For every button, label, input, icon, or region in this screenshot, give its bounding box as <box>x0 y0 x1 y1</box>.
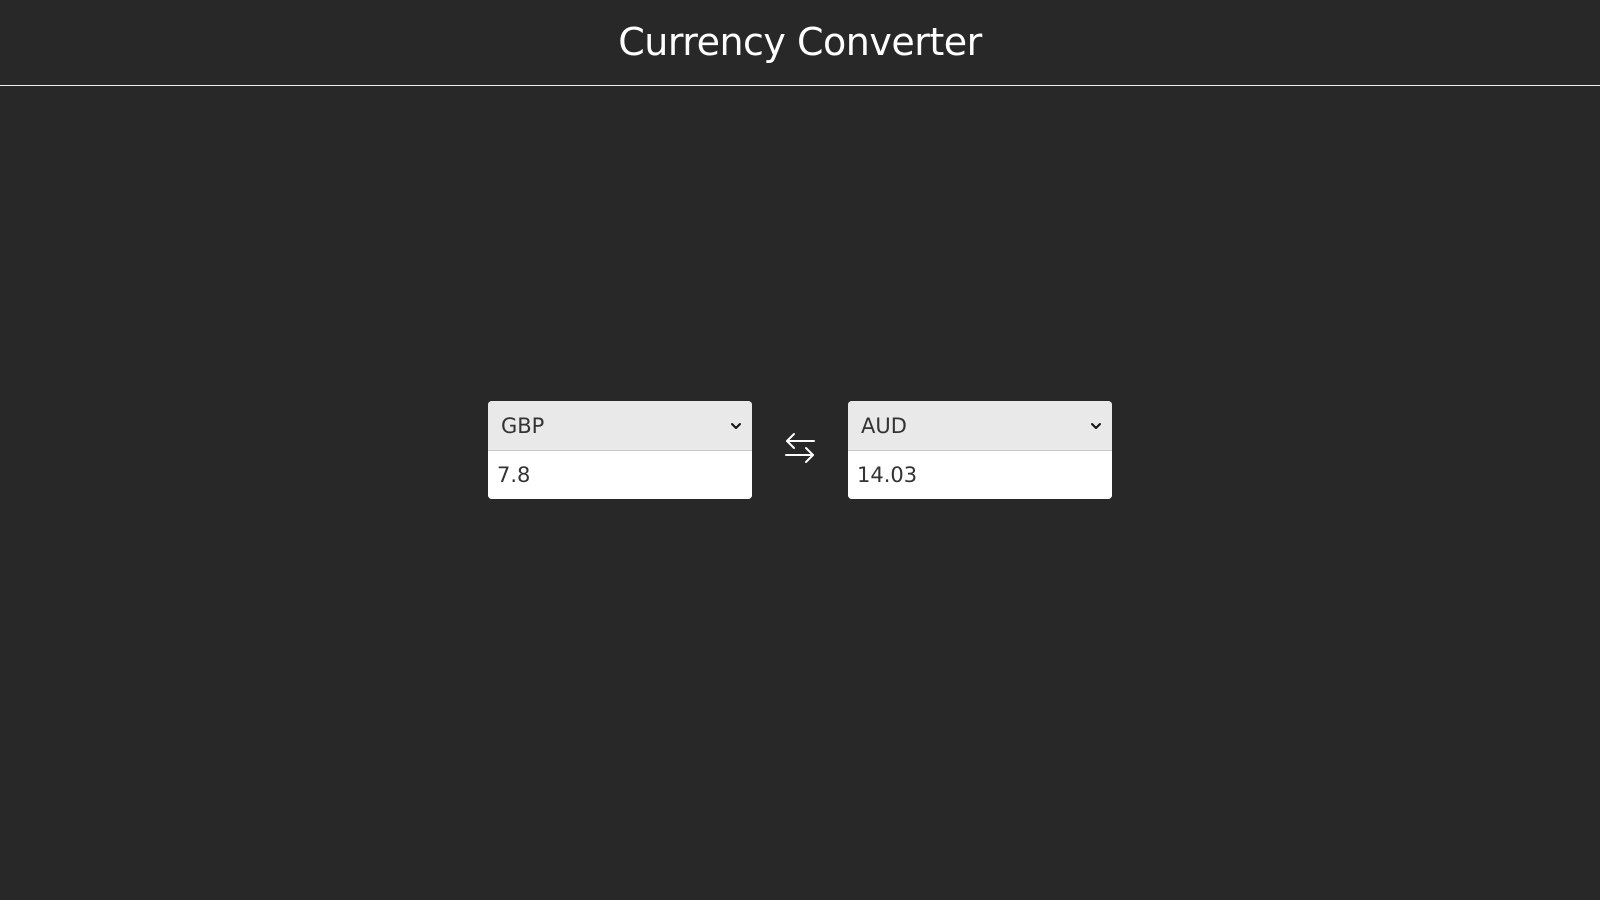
page-title: Currency Converter <box>618 19 982 64</box>
from-currency-value: GBP <box>501 413 545 438</box>
from-currency-select[interactable]: GBP <box>488 401 752 451</box>
to-currency-value: AUD <box>861 413 907 438</box>
from-amount-input[interactable]: 7.8 <box>488 451 752 499</box>
to-currency-select[interactable]: AUD <box>848 401 1112 451</box>
from-currency-panel: GBP 7.8 <box>488 401 752 499</box>
page-header: Currency Converter <box>0 0 1600 86</box>
swap-currencies-button[interactable] <box>752 401 848 499</box>
currency-converter: GBP 7.8 AUD 14.03 <box>488 401 1112 499</box>
to-currency-panel: AUD 14.03 <box>848 401 1112 499</box>
chevron-down-icon <box>1090 420 1102 432</box>
chevron-down-icon <box>730 420 742 432</box>
swap-arrows-icon <box>784 431 816 469</box>
to-amount-input[interactable]: 14.03 <box>848 451 1112 499</box>
